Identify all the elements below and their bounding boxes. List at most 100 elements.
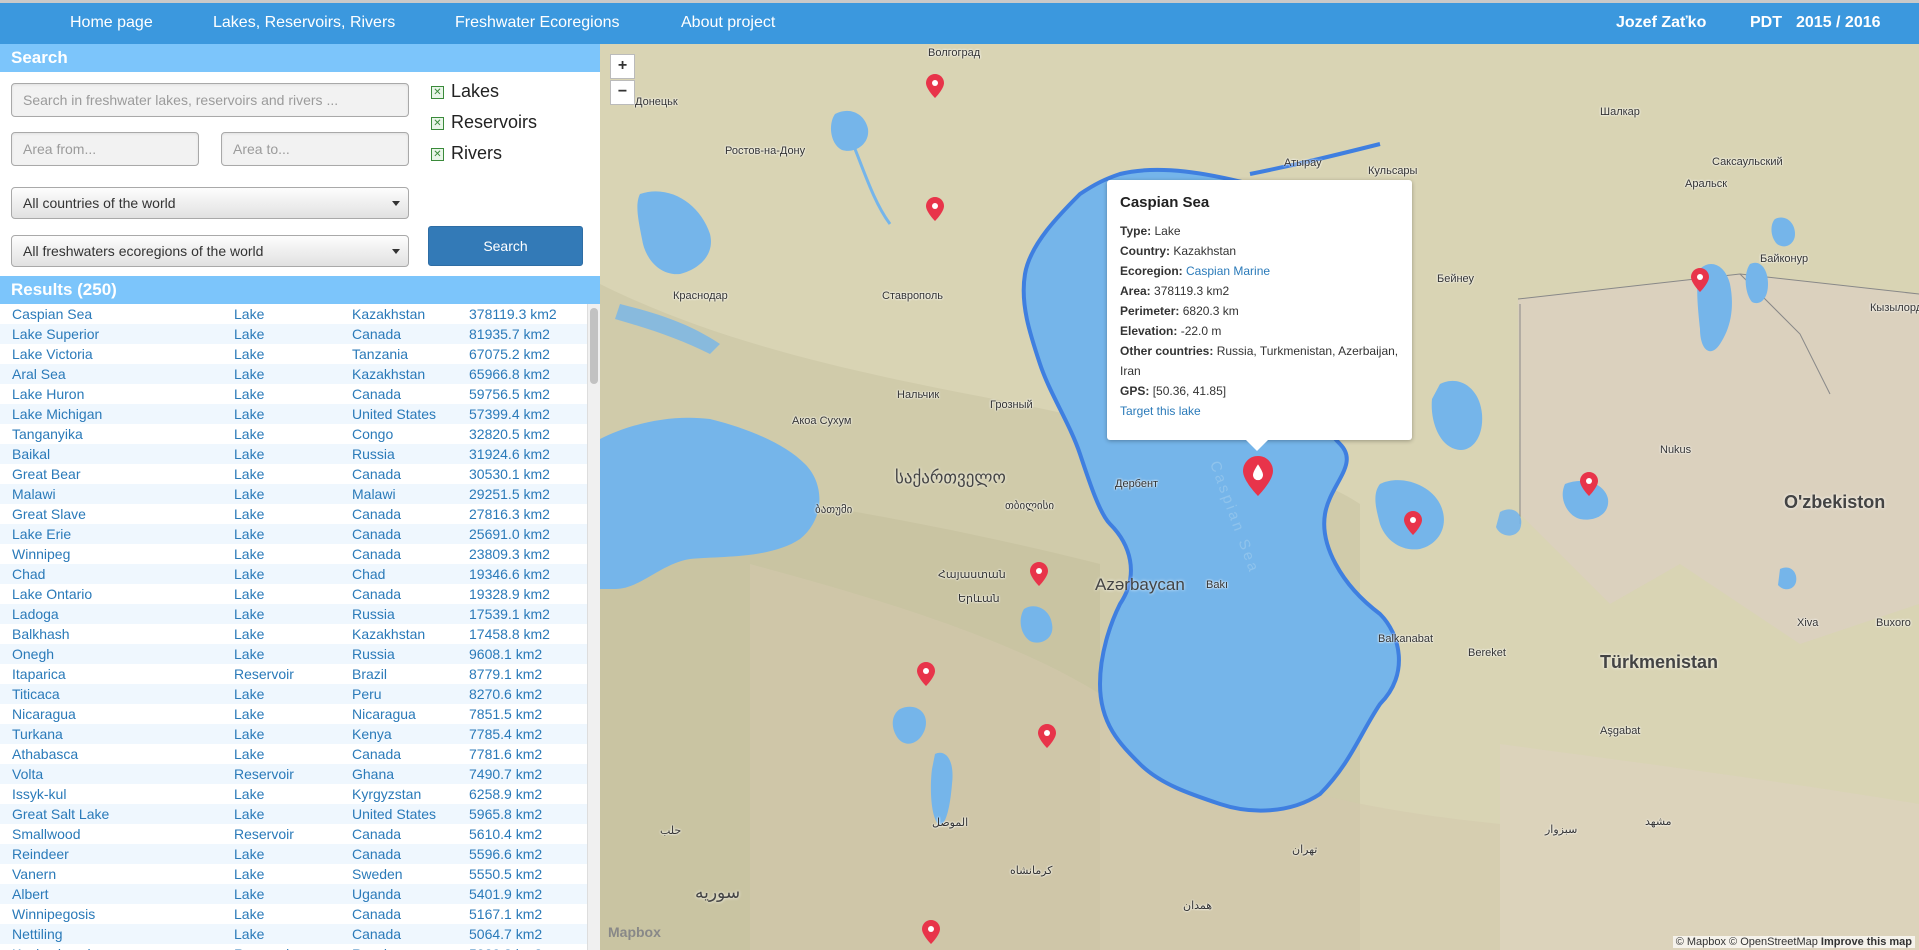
result-type[interactable]: Lake: [234, 786, 264, 802]
result-type[interactable]: Lake: [234, 366, 264, 382]
result-area[interactable]: 5167.1 km2: [469, 906, 542, 922]
result-name[interactable]: Volta: [12, 766, 43, 782]
result-row[interactable]: Malawi Lake Malawi 29251.5 km2: [0, 484, 587, 504]
result-country[interactable]: Kazakhstan: [352, 626, 425, 642]
result-name[interactable]: Malawi: [12, 486, 56, 502]
result-row[interactable]: Volta Reservoir Ghana 7490.7 km2: [0, 764, 587, 784]
nav-about-project[interactable]: About project: [681, 14, 775, 32]
map-pin-icon[interactable]: [1038, 724, 1056, 748]
map-pin-icon[interactable]: [922, 920, 940, 944]
result-type[interactable]: Lake: [234, 886, 264, 902]
result-area[interactable]: 6258.9 km2: [469, 786, 542, 802]
result-type[interactable]: Lake: [234, 846, 264, 862]
result-row[interactable]: Ladoga Lake Russia 17539.1 km2: [0, 604, 587, 624]
result-country[interactable]: Kenya: [352, 726, 392, 742]
result-area[interactable]: 5965.8 km2: [469, 806, 542, 822]
result-area[interactable]: 23809.3 km2: [469, 546, 550, 562]
result-area[interactable]: 5020.3 km2: [469, 946, 542, 950]
lakes-checkbox[interactable]: ✕ Lakes: [431, 81, 499, 103]
result-name[interactable]: Tanganyika: [12, 426, 83, 442]
result-row[interactable]: Kuybyshevskoye Reservoir Russia 5020.3 km2: [0, 944, 587, 950]
result-type[interactable]: Lake: [234, 406, 264, 422]
result-area[interactable]: 27816.3 km2: [469, 506, 550, 522]
result-name[interactable]: Kuybyshevskoye: [12, 946, 117, 950]
result-country[interactable]: Canada: [352, 926, 401, 942]
result-name[interactable]: Baikal: [12, 446, 50, 462]
result-area[interactable]: 29251.5 km2: [469, 486, 550, 502]
result-country[interactable]: Kazakhstan: [352, 366, 425, 382]
result-area[interactable]: 7851.5 km2: [469, 706, 542, 722]
result-type[interactable]: Lake: [234, 326, 264, 342]
result-country[interactable]: Peru: [352, 686, 382, 702]
result-row[interactable]: Great Slave Lake Canada 27816.3 km2: [0, 504, 587, 524]
result-row[interactable]: Winnipegosis Lake Canada 5167.1 km2: [0, 904, 587, 924]
ecoregion-select[interactable]: All freshwaters ecoregions of the world: [11, 235, 409, 267]
result-type[interactable]: Lake: [234, 346, 264, 362]
result-type[interactable]: Lake: [234, 646, 264, 662]
mapbox-logo[interactable]: Mapbox: [608, 924, 661, 940]
result-country[interactable]: Kazakhstan: [352, 306, 425, 322]
result-area[interactable]: 65966.8 km2: [469, 366, 550, 382]
result-name[interactable]: Winnipeg: [12, 546, 70, 562]
result-name[interactable]: Turkana: [12, 726, 63, 742]
result-area[interactable]: 17539.1 km2: [469, 606, 550, 622]
result-name[interactable]: Vanern: [12, 866, 56, 882]
result-country[interactable]: Canada: [352, 826, 401, 842]
result-type[interactable]: Lake: [234, 566, 264, 582]
result-name[interactable]: Athabasca: [12, 746, 78, 762]
result-row[interactable]: Itaparica Reservoir Brazil 8779.1 km2: [0, 664, 587, 684]
rivers-checkbox[interactable]: ✕ Rivers: [431, 143, 502, 165]
result-country[interactable]: Russia: [352, 606, 395, 622]
result-country[interactable]: Chad: [352, 566, 385, 582]
result-area[interactable]: 378119.3 km2: [469, 306, 557, 322]
result-row[interactable]: Baikal Lake Russia 31924.6 km2: [0, 444, 587, 464]
result-row[interactable]: Vanern Lake Sweden 5550.5 km2: [0, 864, 587, 884]
result-name[interactable]: Aral Sea: [12, 366, 66, 382]
results-list[interactable]: Caspian Sea Lake Kazakhstan 378119.3 km2 Lak…: [0, 304, 587, 950]
result-name[interactable]: Lake Ontario: [12, 586, 92, 602]
attribution-text[interactable]: © Mapbox © OpenStreetMap: [1676, 936, 1818, 948]
result-area[interactable]: 7490.7 km2: [469, 766, 542, 782]
result-name[interactable]: Onegh: [12, 646, 54, 662]
result-type[interactable]: Lake: [234, 926, 264, 942]
result-row[interactable]: Chad Lake Chad 19346.6 km2: [0, 564, 587, 584]
selected-map-pin-icon[interactable]: [1243, 456, 1273, 496]
zoom-out-button[interactable]: −: [610, 80, 635, 105]
target-this-lake-link[interactable]: Target this lake: [1120, 404, 1201, 418]
result-area[interactable]: 5064.7 km2: [469, 926, 542, 942]
result-row[interactable]: Lake Superior Lake Canada 81935.7 km2: [0, 324, 587, 344]
result-country[interactable]: Canada: [352, 546, 401, 562]
result-area[interactable]: 8779.1 km2: [469, 666, 542, 682]
result-name[interactable]: Smallwood: [12, 826, 80, 842]
result-row[interactable]: Great Bear Lake Canada 30530.1 km2: [0, 464, 587, 484]
result-country[interactable]: Sweden: [352, 866, 403, 882]
result-area[interactable]: 7781.6 km2: [469, 746, 542, 762]
result-name[interactable]: Itaparica: [12, 666, 66, 682]
result-row[interactable]: Lake Huron Lake Canada 59756.5 km2: [0, 384, 587, 404]
result-area[interactable]: 57399.4 km2: [469, 406, 550, 422]
map[interactable]: + − Волгоград Донецьк Ростов-на-Дону Кра…: [600, 44, 1919, 950]
result-row[interactable]: Tanganyika Lake Congo 32820.5 km2: [0, 424, 587, 444]
result-area[interactable]: 5610.4 km2: [469, 826, 542, 842]
result-country[interactable]: Canada: [352, 326, 401, 342]
result-area[interactable]: 5550.5 km2: [469, 866, 542, 882]
result-row[interactable]: Smallwood Reservoir Canada 5610.4 km2: [0, 824, 587, 844]
map-pin-icon[interactable]: [1030, 562, 1048, 586]
result-type[interactable]: Reservoir: [234, 826, 294, 842]
result-type[interactable]: Lake: [234, 866, 264, 882]
result-row[interactable]: Aral Sea Lake Kazakhstan 65966.8 km2: [0, 364, 587, 384]
result-row[interactable]: Turkana Lake Kenya 7785.4 km2: [0, 724, 587, 744]
result-type[interactable]: Lake: [234, 686, 264, 702]
nav-freshwater-ecoregions[interactable]: Freshwater Ecoregions: [455, 14, 620, 32]
result-area[interactable]: 67075.2 km2: [469, 346, 550, 362]
result-name[interactable]: Chad: [12, 566, 45, 582]
improve-map-link[interactable]: Improve this map: [1821, 936, 1912, 948]
result-row[interactable]: Winnipeg Lake Canada 23809.3 km2: [0, 544, 587, 564]
result-type[interactable]: Lake: [234, 546, 264, 562]
map-pin-icon[interactable]: [1580, 472, 1598, 496]
result-row[interactable]: Lake Michigan Lake United States 57399.4 km…: [0, 404, 587, 424]
result-country[interactable]: Russia: [352, 946, 395, 950]
result-country[interactable]: Ghana: [352, 766, 394, 782]
result-name[interactable]: Lake Superior: [12, 326, 99, 342]
result-row[interactable]: Issyk-kul Lake Kyrgyzstan 6258.9 km2: [0, 784, 587, 804]
